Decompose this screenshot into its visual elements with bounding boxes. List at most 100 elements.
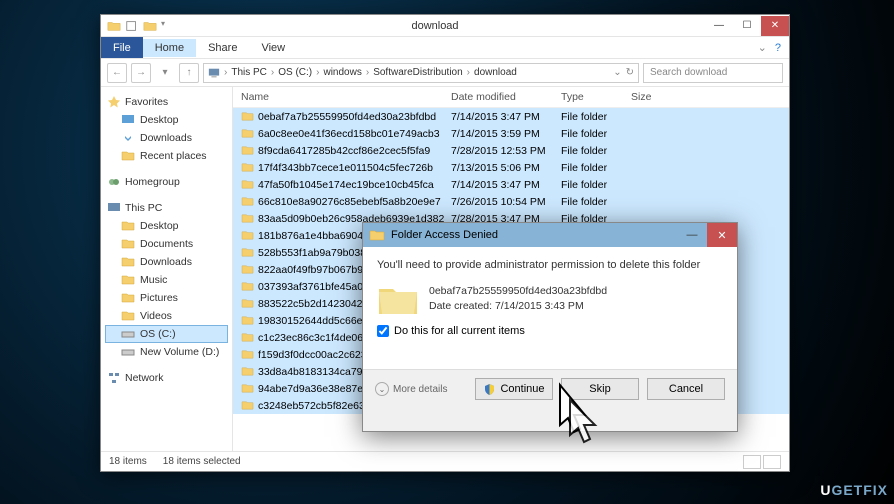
- table-row[interactable]: 0ebaf7a7b25559950fd4ed30a23bfdbd7/14/201…: [233, 108, 789, 125]
- thispc-header[interactable]: This PC: [105, 199, 228, 217]
- col-size[interactable]: Size: [631, 91, 681, 103]
- homegroup-label: Homegroup: [125, 176, 180, 188]
- sidebar-item-recent[interactable]: Recent places: [105, 147, 228, 165]
- ribbon-expand-icon[interactable]: ⌄: [758, 41, 775, 54]
- address-bar[interactable]: › This PC› OS (C:)› windows› SoftwareDis…: [203, 63, 639, 83]
- folder-icon: [121, 309, 135, 323]
- table-row[interactable]: 8f9cda6417285b42ccf86e2cec5f5fa97/28/201…: [233, 142, 789, 159]
- properties-icon[interactable]: [125, 19, 139, 33]
- sidebar-item-videos[interactable]: Videos: [105, 307, 228, 325]
- table-row[interactable]: 17f4f343bb7cece1e011504c5fec726b7/13/201…: [233, 159, 789, 176]
- breadcrumb-item[interactable]: SoftwareDistribution: [373, 67, 462, 78]
- search-input[interactable]: Search download: [643, 63, 783, 83]
- minimize-button[interactable]: —: [705, 16, 733, 36]
- sidebar-item-os-c[interactable]: OS (C:): [105, 325, 228, 343]
- dialog-body: You'll need to provide administrator per…: [363, 247, 737, 369]
- folder-icon: [143, 19, 157, 33]
- folder-icon: [241, 366, 254, 377]
- address-dropdown-icon[interactable]: ⌄: [613, 67, 621, 78]
- checkbox-label: Do this for all current items: [394, 325, 525, 337]
- thispc-label: This PC: [125, 202, 162, 214]
- folder-icon: [121, 291, 135, 305]
- maximize-button[interactable]: ☐: [733, 16, 761, 36]
- sidebar-item-volume-d[interactable]: New Volume (D:): [105, 343, 228, 361]
- checkbox-input[interactable]: [377, 325, 389, 337]
- breadcrumb-item[interactable]: OS (C:): [278, 67, 312, 78]
- breadcrumb-item[interactable]: download: [474, 67, 517, 78]
- favorites-label: Favorites: [125, 96, 168, 108]
- favorites-header[interactable]: Favorites: [105, 93, 228, 111]
- chevron-down-icon: ⌄: [375, 382, 389, 396]
- ribbon-tabs: File Home Share View ⌄ ?: [101, 37, 789, 59]
- dialog-minimize-button[interactable]: —: [677, 223, 707, 247]
- up-button[interactable]: ↑: [179, 63, 199, 83]
- breadcrumb-item[interactable]: This PC: [231, 67, 267, 78]
- file-tab[interactable]: File: [101, 37, 143, 58]
- do-for-all-checkbox[interactable]: Do this for all current items: [377, 325, 723, 337]
- folder-icon: [241, 145, 254, 156]
- col-name[interactable]: Name: [241, 91, 451, 103]
- cancel-button[interactable]: Cancel: [647, 378, 725, 400]
- col-type[interactable]: Type: [561, 91, 631, 103]
- folder-icon: [241, 315, 254, 326]
- network-label: Network: [125, 372, 164, 384]
- table-row[interactable]: 66c810e8a90276c85ebebf5a8b20e9e77/26/201…: [233, 193, 789, 210]
- drive-icon: [121, 327, 135, 341]
- sidebar-item-music[interactable]: Music: [105, 271, 228, 289]
- network-icon: [107, 371, 121, 385]
- window-title: download: [165, 20, 705, 32]
- shield-icon: [483, 383, 496, 396]
- share-tab[interactable]: Share: [196, 39, 249, 57]
- pc-icon: [107, 201, 121, 215]
- details-view-icon[interactable]: [743, 455, 761, 469]
- folder-icon: [241, 162, 254, 173]
- drive-icon: [121, 345, 135, 359]
- sidebar-item-downloads-pc[interactable]: Downloads: [105, 253, 228, 271]
- sidebar-item-downloads[interactable]: Downloads: [105, 129, 228, 147]
- homegroup-icon: [107, 175, 121, 189]
- folder-icon: [241, 179, 254, 190]
- help-icon[interactable]: ?: [775, 42, 789, 54]
- forward-button[interactable]: →: [131, 63, 151, 83]
- sidebar-item-documents[interactable]: Documents: [105, 235, 228, 253]
- home-tab[interactable]: Home: [143, 39, 196, 57]
- refresh-icon[interactable]: ↻: [626, 67, 634, 78]
- view-tab[interactable]: View: [249, 39, 297, 57]
- dialog-file-name: 0ebaf7a7b25559950fd4ed30a23bfdbd: [429, 284, 607, 299]
- more-details-toggle[interactable]: ⌄ More details: [375, 382, 467, 396]
- table-row[interactable]: 47fa50fb1045e174ec19bce10cb45fca7/14/201…: [233, 176, 789, 193]
- pc-icon: [208, 67, 220, 79]
- thumbnails-view-icon[interactable]: [763, 455, 781, 469]
- sidebar-item-pictures[interactable]: Pictures: [105, 289, 228, 307]
- folder-icon: [369, 227, 385, 243]
- selection-count: 18 items selected: [163, 456, 241, 467]
- nav-pane: Favorites Desktop Downloads Recent place…: [101, 87, 233, 451]
- close-button[interactable]: ✕: [761, 16, 789, 36]
- network-header[interactable]: Network: [105, 369, 228, 387]
- star-icon: [107, 95, 121, 109]
- sidebar-item-desktop-pc[interactable]: Desktop: [105, 217, 228, 235]
- history-dropdown[interactable]: ▾: [155, 63, 175, 83]
- titlebar[interactable]: ▾ download — ☐ ✕: [101, 15, 789, 37]
- col-date[interactable]: Date modified: [451, 91, 561, 103]
- folder-icon: [241, 128, 254, 139]
- folder-icon: [241, 213, 254, 224]
- column-headers[interactable]: Name Date modified Type Size: [233, 87, 789, 108]
- folder-icon: [121, 255, 135, 269]
- folder-icon: [241, 298, 254, 309]
- breadcrumb-item[interactable]: windows: [323, 67, 361, 78]
- dialog-titlebar[interactable]: Folder Access Denied — ✕: [363, 223, 737, 247]
- homegroup-header[interactable]: Homegroup: [105, 173, 228, 191]
- access-denied-dialog: Folder Access Denied — ✕ You'll need to …: [362, 222, 738, 432]
- skip-button[interactable]: Skip: [561, 378, 639, 400]
- folder-icon: [241, 230, 254, 241]
- folder-icon: [241, 196, 254, 207]
- continue-button[interactable]: Continue: [475, 378, 553, 400]
- sidebar-item-desktop[interactable]: Desktop: [105, 111, 228, 129]
- back-button[interactable]: ←: [107, 63, 127, 83]
- table-row[interactable]: 6a0c8ee0e41f36ecd158bc01e749acb37/14/201…: [233, 125, 789, 142]
- folder-icon: [241, 332, 254, 343]
- folder-icon: [107, 19, 121, 33]
- dialog-close-button[interactable]: ✕: [707, 223, 737, 247]
- folder-icon: [121, 237, 135, 251]
